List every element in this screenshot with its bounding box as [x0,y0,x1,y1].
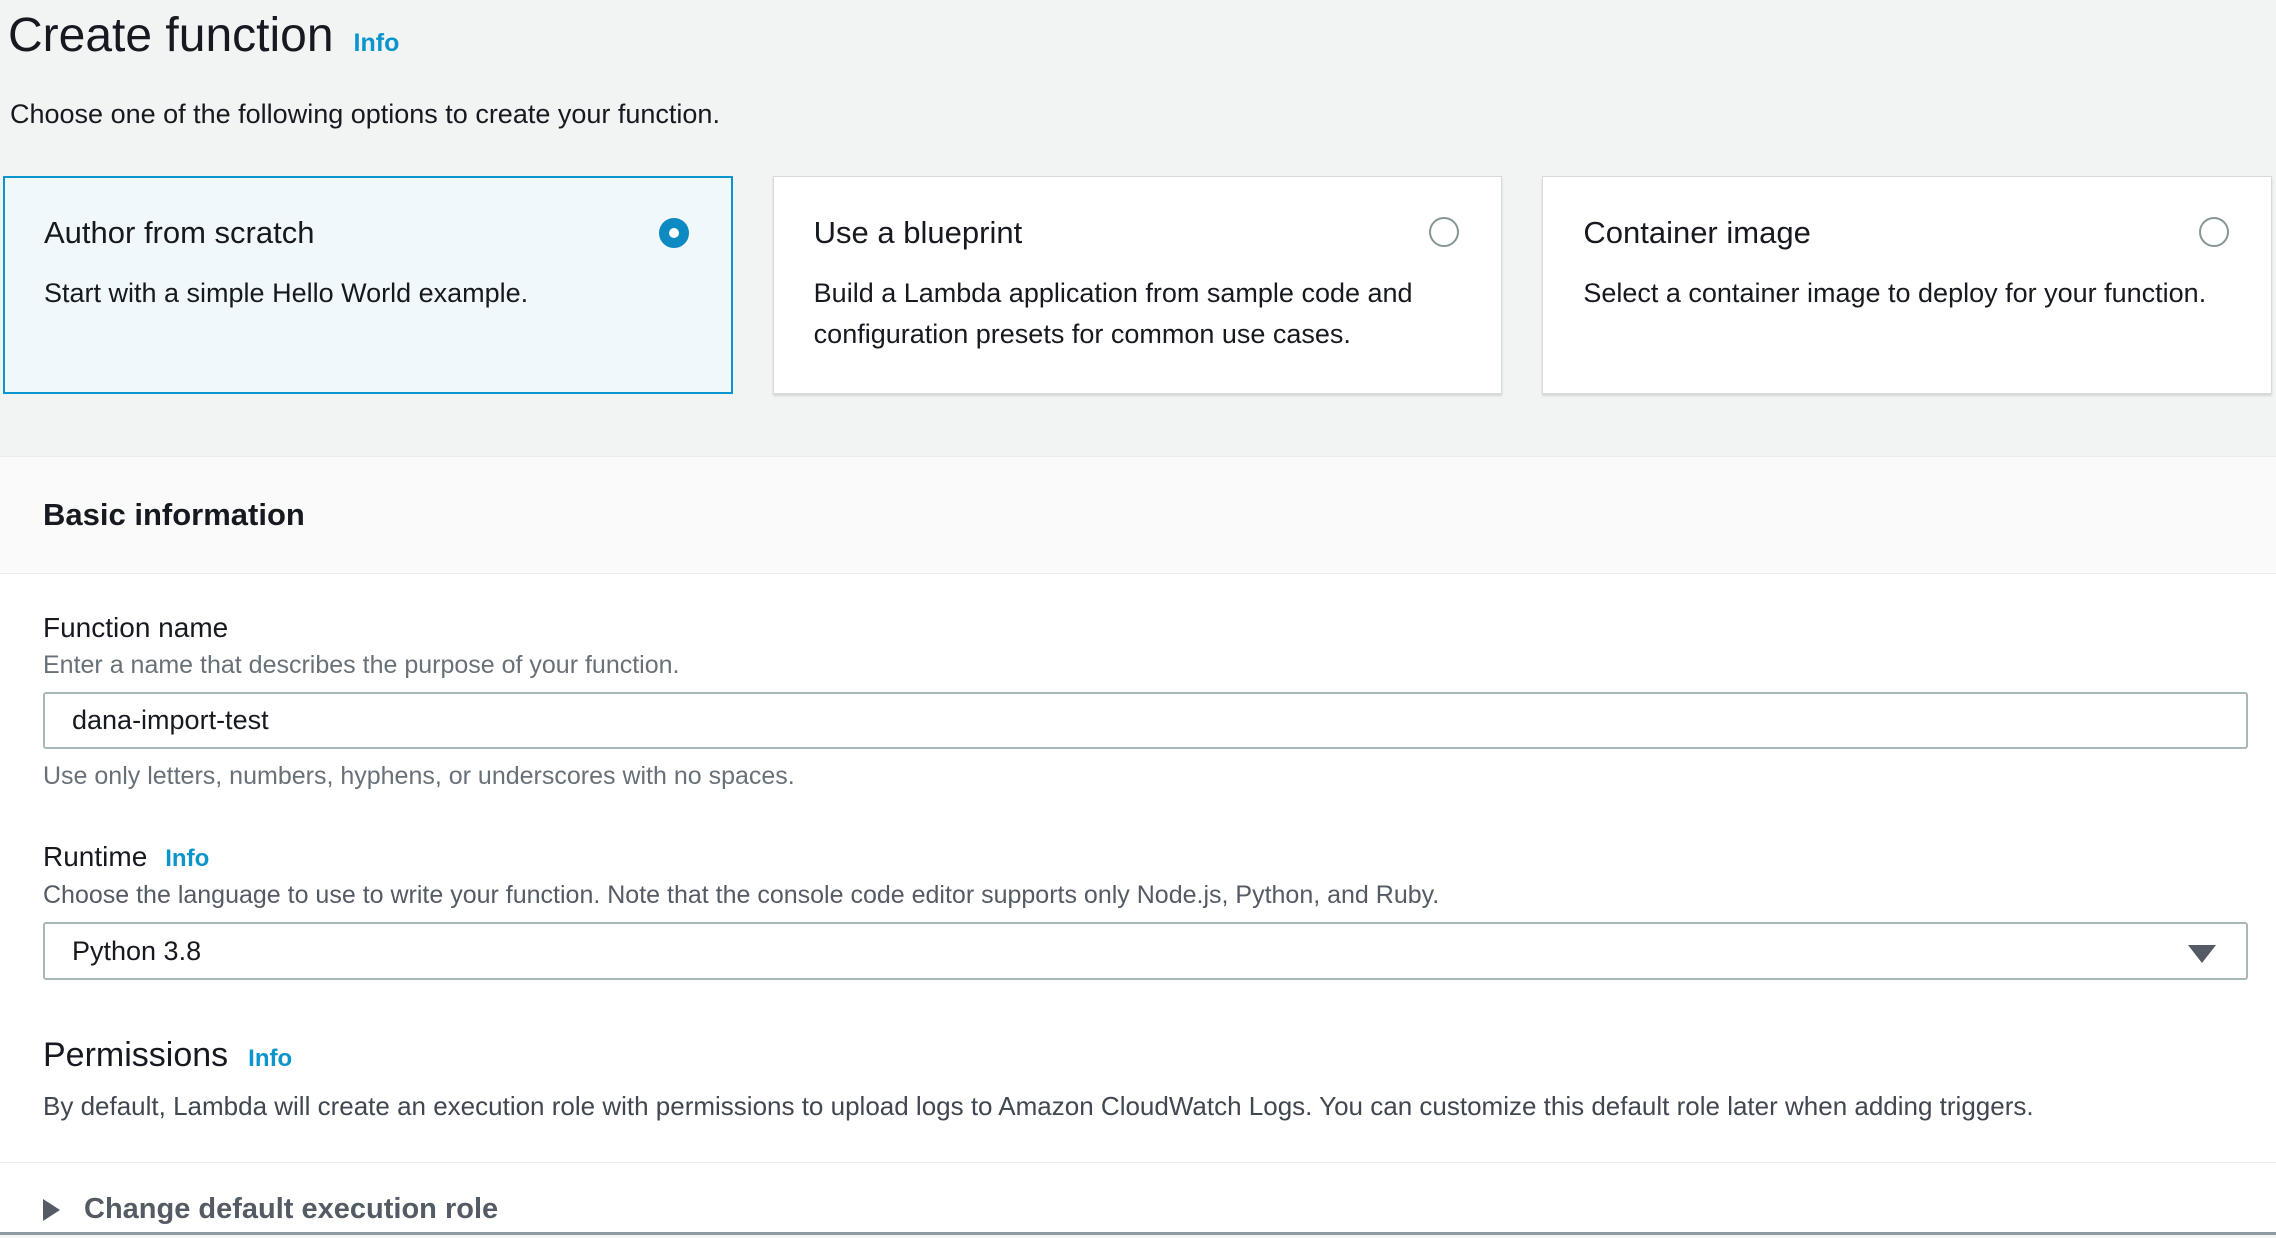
function-name-constraint: Use only letters, numbers, hyphens, or u… [43,762,2248,791]
runtime-selected-value: Python 3.8 [72,936,201,967]
page-header: Create function Info Choose one of the f… [0,0,2276,130]
section-divider [0,1162,2276,1163]
expander-label: Change default execution role [84,1193,498,1226]
basic-information-panel: Function name Enter a name that describe… [0,574,2276,1235]
function-name-label: Function name [43,612,2248,644]
radio-unselected-icon[interactable] [2199,217,2229,247]
option-card-title: Container image [1583,215,2231,251]
dropdown-caret-icon [2188,945,2216,963]
option-card-container-image[interactable]: Container image Select a container image… [1542,176,2272,394]
runtime-select[interactable]: Python 3.8 [43,922,2248,980]
option-card-author-from-scratch[interactable]: Author from scratch Start with a simple … [3,176,733,394]
function-name-description: Enter a name that describes the purpose … [43,651,2248,680]
runtime-description: Choose the language to use to write your… [43,881,2248,910]
create-function-info-link[interactable]: Info [354,29,400,58]
permissions-info-link[interactable]: Info [248,1045,292,1073]
page-title: Create function [8,8,334,63]
option-card-title: Author from scratch [44,215,692,251]
basic-information-header: Basic information [0,456,2276,574]
change-default-execution-role-expander[interactable]: Change default execution role [43,1193,2248,1226]
permissions-heading: Permissions [43,1036,228,1075]
runtime-label: Runtime [43,841,147,873]
option-card-description: Start with a simple Hello World example. [44,273,684,314]
option-card-title: Use a blueprint [814,215,1462,251]
expand-triangle-icon [43,1199,60,1221]
runtime-info-link[interactable]: Info [165,845,209,873]
permissions-description: By default, Lambda will create an execut… [43,1091,2248,1122]
radio-selected-icon[interactable] [659,218,689,248]
page-subtitle: Choose one of the following options to c… [10,99,2276,130]
creation-option-cards: Author from scratch Start with a simple … [3,176,2272,394]
basic-information-heading: Basic information [43,497,305,533]
option-card-use-a-blueprint[interactable]: Use a blueprint Build a Lambda applicati… [773,176,1503,394]
option-card-description: Select a container image to deploy for y… [1583,273,2223,314]
option-card-description: Build a Lambda application from sample c… [814,273,1454,354]
function-name-input[interactable] [43,692,2248,749]
